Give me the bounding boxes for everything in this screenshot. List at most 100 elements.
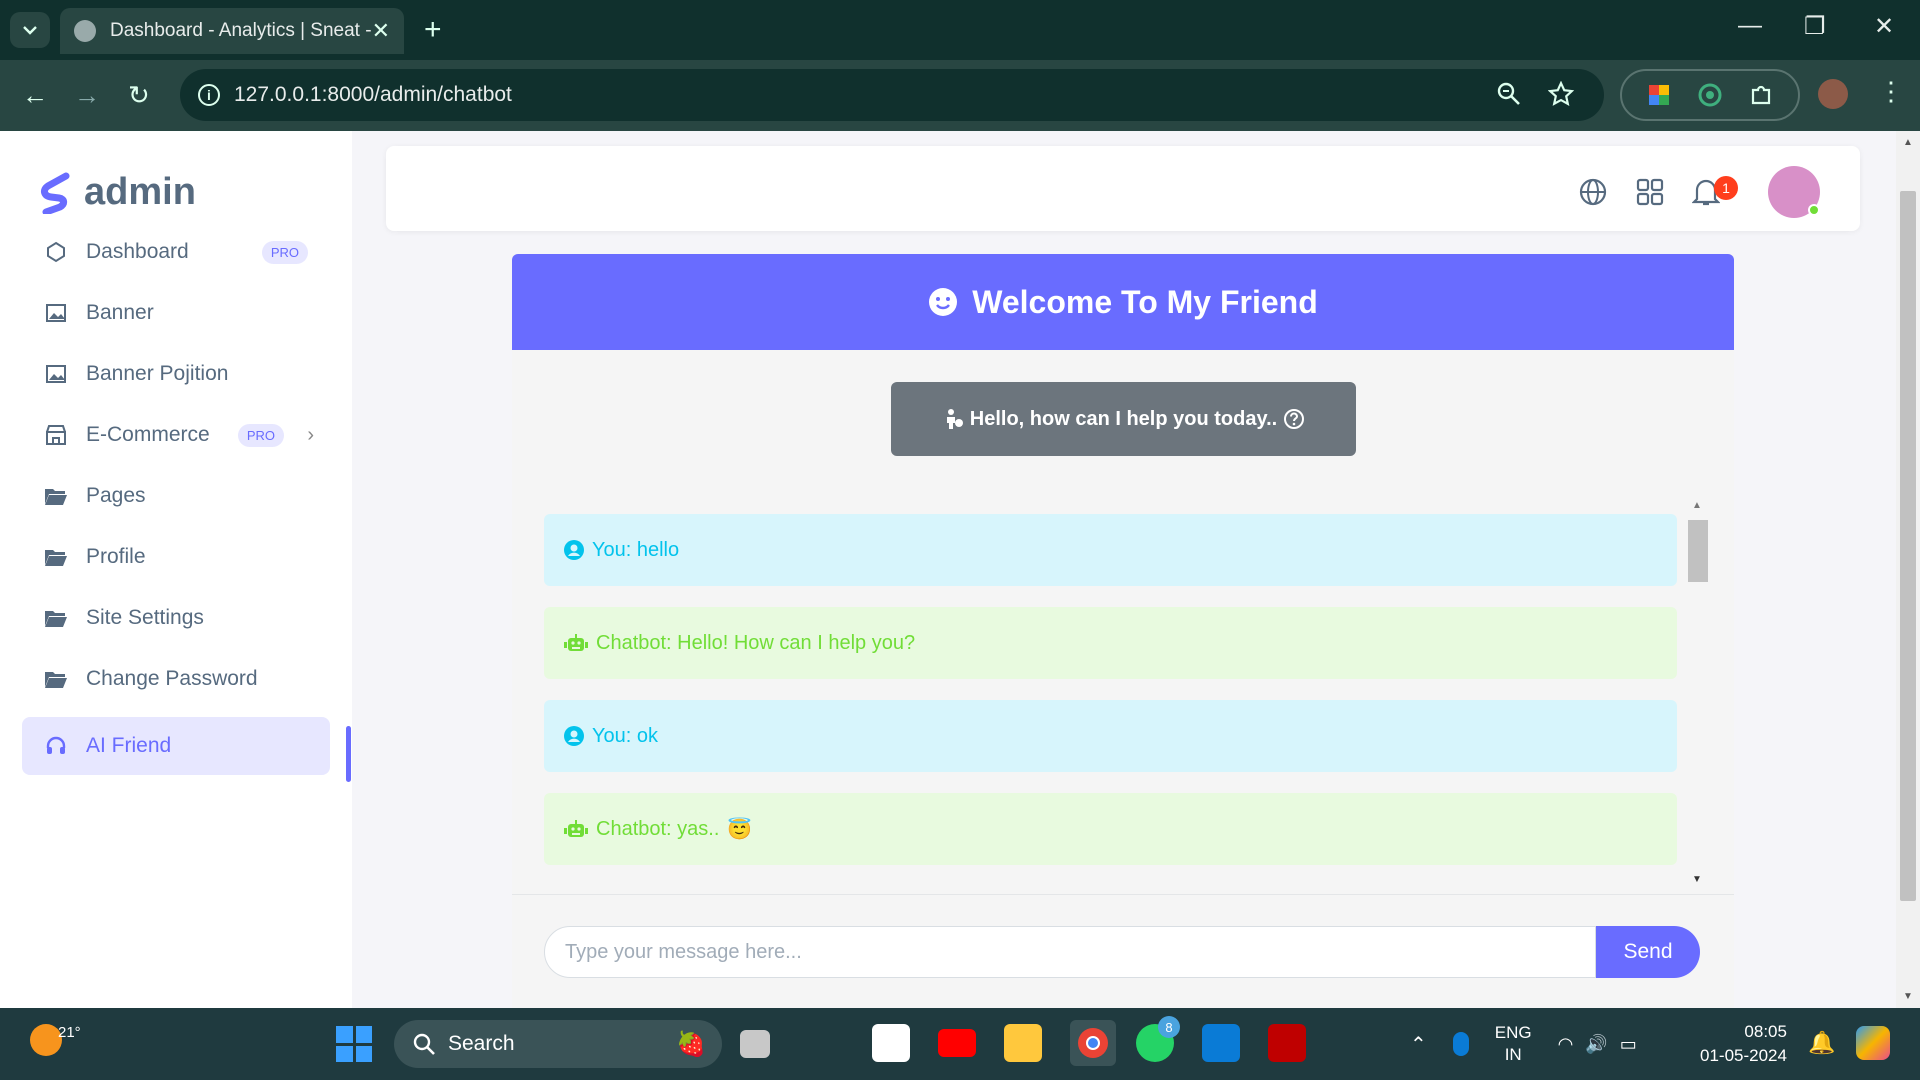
user-avatar[interactable] bbox=[1768, 166, 1820, 218]
windows-taskbar: 21° Search 🍓 8 ⌃ ENG IN ◠ 🔊 ▭ 08:05 01-0… bbox=[0, 1008, 1920, 1080]
sidebar-item-site-settings[interactable]: Site Settings bbox=[22, 595, 330, 641]
scroll-up-icon[interactable]: ▲ bbox=[1903, 137, 1913, 148]
sidebar: admin Dashboard PRO Banner Banner Pojiti… bbox=[0, 131, 352, 1008]
browser-menu-icon[interactable]: ⋮ bbox=[1878, 76, 1904, 107]
file-explorer-icon[interactable] bbox=[1004, 1024, 1042, 1062]
chat-card: Welcome To My Friend Hello, how can I he… bbox=[512, 254, 1734, 1008]
zoom-icon[interactable] bbox=[1496, 81, 1522, 107]
whatsapp-icon[interactable]: 8 bbox=[1136, 1016, 1180, 1062]
youtube-icon[interactable] bbox=[938, 1029, 976, 1057]
question-circle-icon bbox=[1284, 409, 1305, 429]
smile-icon bbox=[929, 288, 958, 316]
user-message: You: ok bbox=[544, 700, 1677, 772]
sidebar-item-banner-pojition[interactable]: Banner Pojition bbox=[22, 351, 330, 397]
new-tab-button[interactable]: + bbox=[424, 12, 442, 48]
scroll-thumb[interactable] bbox=[1688, 520, 1708, 582]
message-form: Type your message here... Send bbox=[544, 926, 1700, 978]
notification-bell-icon[interactable]: 🔔 bbox=[1808, 1030, 1835, 1056]
bot-message: Chatbot: yas.. 😇 bbox=[544, 793, 1677, 865]
search-label: Search bbox=[448, 1032, 515, 1055]
scroll-up-icon[interactable]: ▲ bbox=[1692, 500, 1702, 511]
volume-icon[interactable]: 🔊 bbox=[1585, 1034, 1607, 1055]
task-view-icon[interactable] bbox=[740, 1030, 770, 1058]
filezilla-icon[interactable] bbox=[1268, 1024, 1306, 1062]
greeting-button[interactable]: Hello, how can I help you today.. bbox=[891, 382, 1356, 456]
windows-start-icon[interactable] bbox=[336, 1026, 372, 1062]
sidebar-item-pages[interactable]: Pages bbox=[22, 473, 330, 519]
chat-messages[interactable]: You: hello Chatbot: Hello! How can I hel… bbox=[544, 494, 1708, 890]
send-button[interactable]: Send bbox=[1596, 926, 1700, 978]
vscode-icon[interactable] bbox=[1202, 1024, 1240, 1062]
language-indicator[interactable]: ENG IN bbox=[1495, 1022, 1532, 1066]
active-indicator bbox=[346, 726, 351, 782]
page-scrollbar[interactable]: ▲ ▼ bbox=[1896, 131, 1920, 1008]
minimize-icon[interactable]: — bbox=[1738, 12, 1762, 40]
brand-logo[interactable]: admin bbox=[40, 171, 196, 214]
sidebar-item-label: Site Settings bbox=[86, 606, 204, 629]
restore-icon[interactable]: ❐ bbox=[1804, 12, 1826, 41]
sidebar-item-label: Change Password bbox=[86, 667, 258, 690]
pro-badge: PRO bbox=[237, 423, 284, 447]
chevron-up-icon[interactable]: ⌃ bbox=[1410, 1032, 1427, 1057]
robot-icon bbox=[564, 820, 588, 837]
back-icon[interactable]: ← bbox=[22, 80, 48, 111]
sidebar-item-dashboard[interactable]: Dashboard PRO bbox=[22, 229, 330, 275]
sidebar-item-change-password[interactable]: Change Password bbox=[22, 656, 330, 702]
store-icon bbox=[44, 423, 68, 447]
sidebar-item-banner[interactable]: Banner bbox=[22, 290, 330, 336]
folder-icon bbox=[44, 484, 68, 508]
chrome-icon[interactable] bbox=[1070, 1020, 1116, 1066]
scroll-down-icon[interactable]: ▼ bbox=[1903, 991, 1913, 1002]
sidebar-item-profile[interactable]: Profile bbox=[22, 534, 330, 580]
bluetooth-icon[interactable] bbox=[1452, 1032, 1469, 1056]
grid-shortcuts-icon[interactable] bbox=[1636, 178, 1664, 206]
sidebar-item-label: E-Commerce bbox=[86, 423, 210, 446]
taskbar-search[interactable]: Search 🍓 bbox=[394, 1020, 722, 1068]
chat-header: Welcome To My Friend bbox=[512, 254, 1734, 350]
chatgpt-extension-icon[interactable] bbox=[1697, 82, 1723, 108]
wifi-icon[interactable]: ◠ bbox=[1558, 1034, 1574, 1055]
puzzle-extensions-icon[interactable] bbox=[1748, 82, 1774, 108]
folder-icon bbox=[44, 545, 68, 569]
message-text: Chatbot: yas.. bbox=[596, 817, 720, 840]
scroll-down-icon[interactable]: ▼ bbox=[1692, 874, 1702, 885]
url-text: 127.0.0.1:8000/admin/chatbot bbox=[234, 83, 512, 106]
tab-title: Dashboard - Analytics | Sneat - bbox=[110, 20, 372, 41]
site-info-icon[interactable]: i bbox=[198, 84, 220, 106]
page-scroll-thumb[interactable] bbox=[1900, 191, 1916, 901]
tab-search-button[interactable] bbox=[10, 12, 50, 48]
chevron-right-icon: › bbox=[307, 423, 314, 446]
bot-message: Chatbot: Hello! How can I help you? bbox=[544, 607, 1677, 679]
ms-store-icon[interactable] bbox=[872, 1024, 910, 1062]
sidebar-item-e-commerce[interactable]: E-Commerce PRO › bbox=[22, 412, 330, 458]
language: ENG bbox=[1494, 1023, 1532, 1042]
browser-profile-avatar[interactable] bbox=[1818, 79, 1848, 109]
reload-icon[interactable]: ↻ bbox=[128, 80, 150, 111]
message-input[interactable]: Type your message here... bbox=[544, 926, 1596, 978]
browser-toolbar: ← → ↻ i 127.0.0.1:8000/admin/chatbot ⋮ bbox=[0, 60, 1920, 131]
notification-badge: 1 bbox=[1714, 176, 1738, 200]
tab-close-icon[interactable]: ✕ bbox=[372, 18, 390, 44]
user-message: You: hello bbox=[544, 514, 1677, 586]
forward-icon[interactable]: → bbox=[74, 80, 100, 111]
date: 01-05-2024 bbox=[1700, 1046, 1787, 1065]
chat-scrollbar[interactable]: ▲ ▼ bbox=[1686, 494, 1708, 890]
message-text: You: hello bbox=[592, 538, 680, 561]
color-extension-icon[interactable] bbox=[1646, 82, 1672, 108]
sidebar-item-ai-friend[interactable]: AI Friend bbox=[22, 717, 330, 775]
bookmark-star-icon[interactable] bbox=[1548, 81, 1574, 107]
address-bar[interactable]: i 127.0.0.1:8000/admin/chatbot bbox=[180, 69, 1604, 121]
system-tray: ⌃ ENG IN ◠ 🔊 ▭ bbox=[1410, 1020, 1637, 1068]
notifications[interactable]: 1 bbox=[1692, 176, 1740, 207]
close-window-icon[interactable]: ✕ bbox=[1874, 12, 1894, 41]
globe-icon[interactable] bbox=[1578, 177, 1608, 207]
clock[interactable]: 08:05 01-05-2024 bbox=[1700, 1020, 1787, 1068]
greeting-text: Hello, how can I help you today.. bbox=[969, 407, 1278, 430]
angel-emoji: 😇 bbox=[727, 818, 753, 841]
weather-widget[interactable]: 21° bbox=[30, 1024, 81, 1056]
copilot-icon[interactable] bbox=[1856, 1026, 1890, 1060]
sidebar-item-label: AI Friend bbox=[86, 734, 172, 757]
browser-tab[interactable]: Dashboard - Analytics | Sneat - ✕ bbox=[60, 8, 404, 54]
battery-icon[interactable]: ▭ bbox=[1620, 1034, 1637, 1055]
browser-chrome: Dashboard - Analytics | Sneat - ✕ + — ❐ … bbox=[0, 0, 1920, 131]
